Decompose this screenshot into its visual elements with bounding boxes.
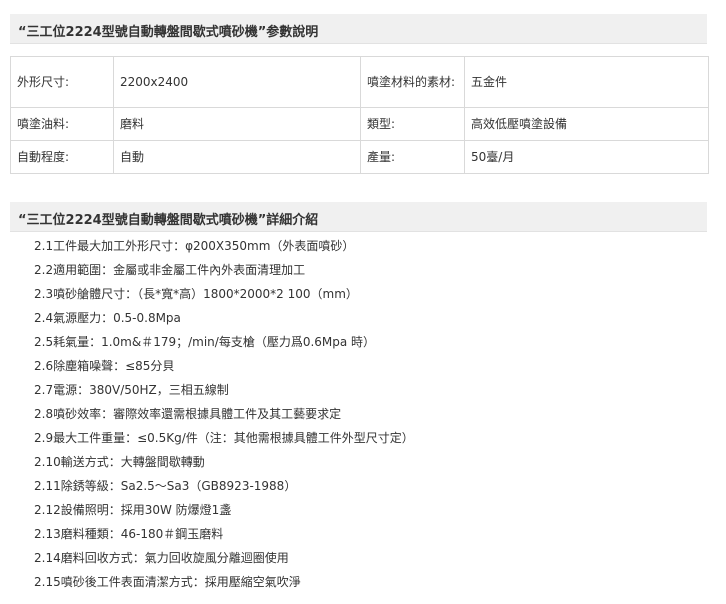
param-label: 產量: xyxy=(360,140,465,174)
list-item: 2.3噴砂艙體尺寸：（長*寬*高）1800*2000*2 100（mm） xyxy=(34,287,358,301)
list-item: 2.12設備照明：採用30W 防爆燈1盞 xyxy=(34,503,232,517)
list-item: 2.4氣源壓力：0.5-0.8Mpa xyxy=(34,311,181,325)
list-item: 2.14磨料回收方式：氣力回收旋風分離迴圈使用 xyxy=(34,551,289,565)
list-item: 2.10輸送方式：大轉盤間歇轉動 xyxy=(34,455,205,469)
param-label: 外形尺寸: xyxy=(10,56,114,108)
param-label: 噴塗油料: xyxy=(10,107,114,141)
list-item: 2.5耗氣量：1.0m&＃179；/min/每支槍（壓力爲0.6Mpa 時） xyxy=(34,335,376,349)
list-item: 2.7電源：380V/50HZ，三相五線制 xyxy=(34,383,229,397)
list-item: 2.11除銹等級：Sa2.5～Sa3（GB8923-1988） xyxy=(34,479,297,493)
list-item: 2.1工件最大加工外形尺寸：φ200X350mm（外表面噴砂） xyxy=(34,239,355,253)
table-row: 自動程度: 自動 產量: 50臺/月 xyxy=(10,140,709,174)
list-item: 2.8噴砂效率：審際效率還需根據具體工件及其工藝要求定 xyxy=(34,407,342,421)
params-section-title: “三工位2224型號自動轉盤間歇式噴砂機”参數說明 xyxy=(18,25,319,40)
list-item: 2.13磨料種類：46-180＃鋼玉磨料 xyxy=(34,527,224,541)
list-item: 2.9最大工件重量：≤0.5Kg/件（注：其他需根據具體工件外型尺寸定） xyxy=(34,431,414,445)
list-item: 2.15噴砂後工件表面清潔方式：採用壓縮空氣吹淨 xyxy=(34,575,301,589)
details-section-title: “三工位2224型號自動轉盤間歇式噴砂機”詳細介紹 xyxy=(18,213,319,228)
param-label: 類型: xyxy=(360,107,465,141)
table-row: 外形尺寸: 2200x2400 噴塗材料的素材: 五金件 xyxy=(10,56,709,108)
param-label: 自動程度: xyxy=(10,140,114,174)
params-table: 外形尺寸: 2200x2400 噴塗材料的素材: 五金件 噴塗油料: 磨料 類型… xyxy=(10,56,709,174)
list-item: 2.6除塵箱噪聲：≤85分貝 xyxy=(34,359,175,373)
param-value: 50臺/月 xyxy=(464,140,709,174)
param-value: 磨料 xyxy=(113,107,361,141)
param-value: 2200x2400 xyxy=(113,56,361,108)
param-value: 五金件 xyxy=(464,56,709,108)
param-value: 高效低壓噴塗設備 xyxy=(464,107,709,141)
params-section-header: “三工位2224型號自動轉盤間歇式噴砂機”参數說明 xyxy=(10,14,707,44)
param-value: 自動 xyxy=(113,140,361,174)
details-list: 2.1工件最大加工外形尺寸：φ200X350mm（外表面噴砂） 2.2適用範圍：… xyxy=(34,237,414,597)
param-label: 噴塗材料的素材: xyxy=(360,56,465,108)
table-row: 噴塗油料: 磨料 類型: 高效低壓噴塗設備 xyxy=(10,107,709,141)
details-section-header: “三工位2224型號自動轉盤間歇式噴砂機”詳細介紹 xyxy=(10,202,707,232)
list-item: 2.2適用範圍：金屬或非金屬工件內外表面清理加工 xyxy=(34,263,306,277)
